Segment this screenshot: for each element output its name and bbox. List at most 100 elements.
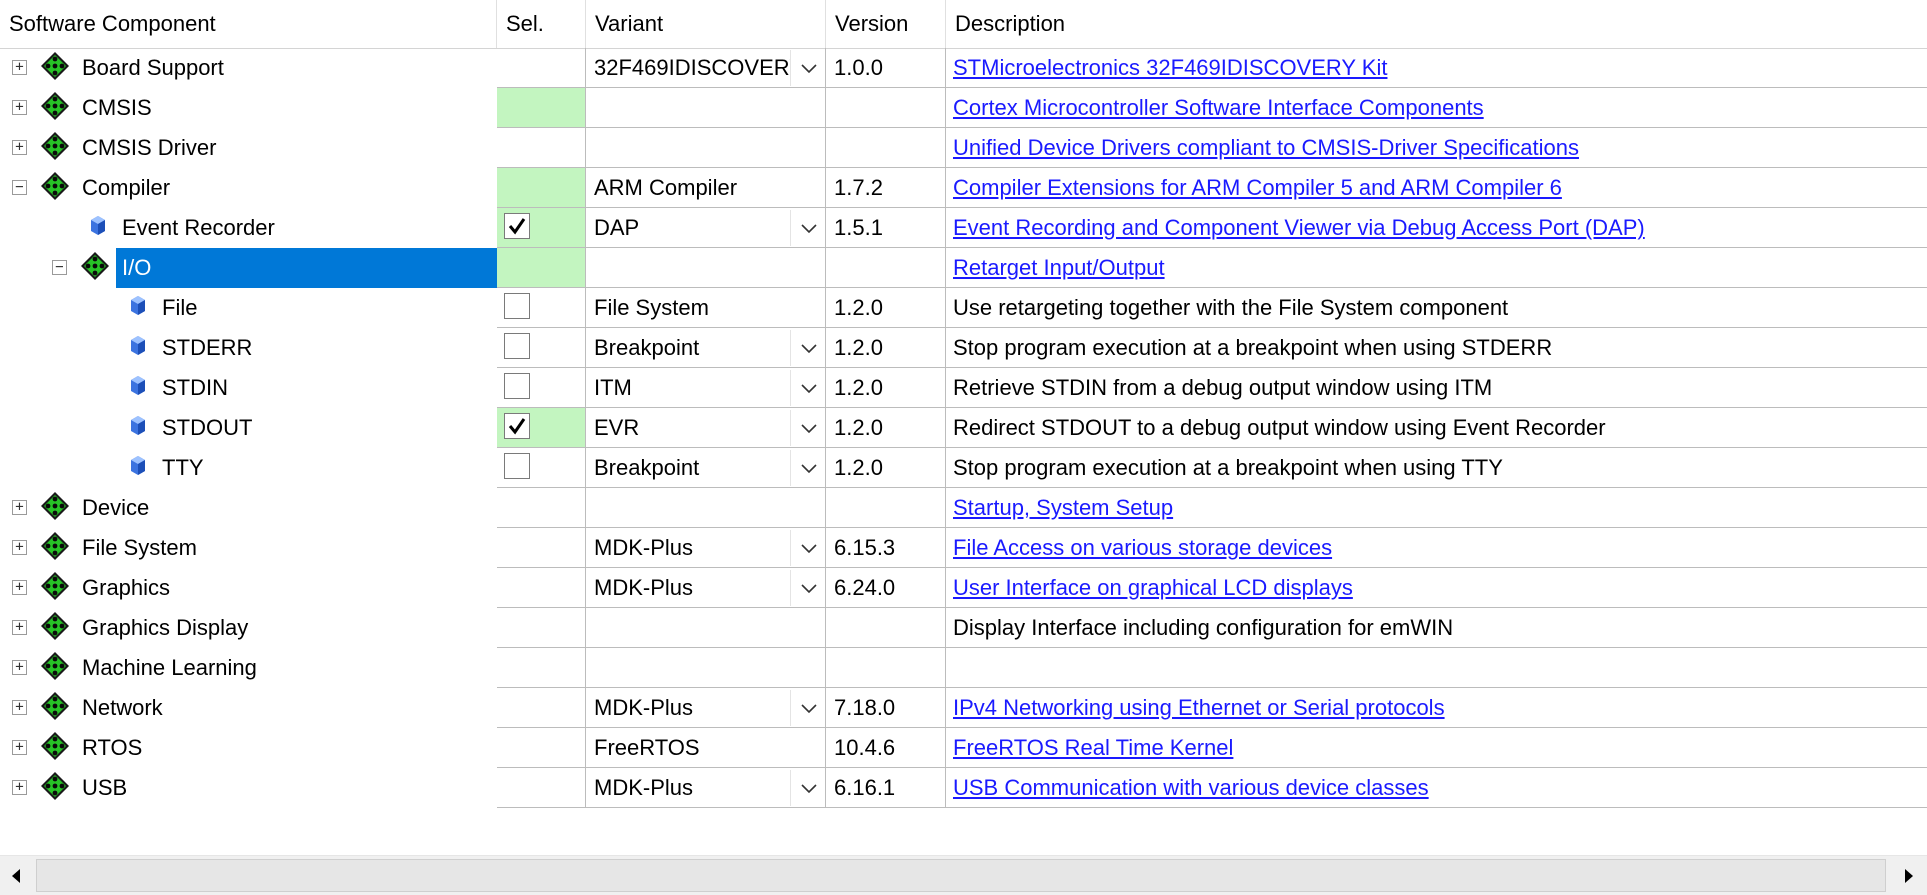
expand-plus-icon[interactable]: + [12,780,27,795]
table-row[interactable]: + Device Startup, System Setup [0,488,1927,528]
description-link[interactable]: Retarget Input/Output [953,255,1165,280]
checked-checkbox[interactable] [504,213,530,239]
description-link[interactable]: User Interface on graphical LCD displays [953,575,1353,600]
table-row[interactable]: + CMSIS Driver Unified Device Drivers comp… [0,128,1927,168]
component-name[interactable]: Machine Learning [76,648,263,688]
variant-cell[interactable]: MDK-Plus [586,768,826,808]
variant-cell[interactable]: Breakpoint [586,448,826,488]
sel-cell[interactable] [497,288,586,328]
chevron-down-icon[interactable] [790,450,825,486]
expand-plus-icon[interactable]: + [12,540,27,555]
variant-cell[interactable]: 32F469IDISCOVERY [586,48,826,88]
component-name[interactable]: File [156,288,203,328]
expand-plus-icon[interactable]: + [12,660,27,675]
variant-cell[interactable]: ITM [586,368,826,408]
tree-cell[interactable]: − Compiler [0,168,497,208]
description-link[interactable]: Compiler Extensions for ARM Compiler 5 a… [953,175,1562,200]
sel-cell[interactable] [497,328,586,368]
table-row[interactable]: TTY Breakpoint 1.2.0 Stop program execution… [0,448,1927,488]
tree-cell[interactable]: + Board Support [0,48,497,88]
chevron-down-icon[interactable] [790,50,825,86]
description-link[interactable]: Cortex Microcontroller Software Interfac… [953,95,1484,120]
expand-plus-icon[interactable]: + [12,100,27,115]
description-link[interactable]: FreeRTOS Real Time Kernel [953,735,1233,760]
table-row[interactable]: + CMSIS Cortex Microcontroller Software In… [0,88,1927,128]
table-row[interactable]: Event Recorder DAP 1.5.1 Event Recording an… [0,208,1927,248]
component-name[interactable]: CMSIS Driver [76,128,222,168]
variant-cell[interactable]: Breakpoint [586,328,826,368]
sel-cell[interactable] [497,168,586,208]
expand-plus-icon[interactable]: + [12,140,27,155]
component-name[interactable]: STDIN [156,368,234,408]
expand-plus-icon[interactable]: + [12,620,27,635]
tree-cell[interactable]: + CMSIS [0,88,497,128]
chevron-down-icon[interactable] [790,370,825,406]
chevron-down-icon[interactable] [790,330,825,366]
tree-cell[interactable]: + USB [0,768,497,808]
description-link[interactable]: File Access on various storage devices [953,535,1332,560]
component-name[interactable]: I/O [116,248,497,288]
description-link[interactable]: STMicroelectronics 32F469IDISCOVERY Kit [953,55,1387,80]
component-name[interactable]: Board Support [76,48,230,88]
scroll-right-arrow-icon[interactable] [1893,856,1927,895]
component-name[interactable]: Network [76,688,169,728]
tree-cell[interactable]: + Machine Learning [0,648,497,688]
tree-cell[interactable]: STDERR [0,328,497,368]
expand-plus-icon[interactable]: + [12,700,27,715]
table-row[interactable]: STDOUT EVR 1.2.0 Redirect STDOUT to a debug… [0,408,1927,448]
description-link[interactable]: Event Recording and Component Viewer via… [953,215,1645,240]
unchecked-checkbox[interactable] [504,293,530,319]
table-row[interactable]: + File System MDK-Plus 6.15.3 File Access on… [0,528,1927,568]
tree-cell[interactable]: + Device [0,488,497,528]
table-row[interactable]: File File System 1.2.0 Use retargeting toge… [0,288,1927,328]
header-variant[interactable]: Variant [586,0,826,48]
expand-plus-icon[interactable]: + [12,580,27,595]
tree-cell[interactable]: + File System [0,528,497,568]
table-row[interactable]: + Graphics Display Display Interface inclu… [0,608,1927,648]
tree-cell[interactable]: STDOUT [0,408,497,448]
tree-cell[interactable]: + CMSIS Driver [0,128,497,168]
sel-cell[interactable] [497,88,586,128]
expand-plus-icon[interactable]: + [12,60,27,75]
table-row[interactable]: STDERR Breakpoint 1.2.0 Stop program execut… [0,328,1927,368]
collapse-minus-icon[interactable]: − [12,180,27,195]
table-row[interactable]: + RTOS FreeRTOS 10.4.6 FreeRTOS Real Time Ke… [0,728,1927,768]
description-link[interactable]: IPv4 Networking using Ethernet or Serial… [953,695,1445,720]
sel-cell[interactable] [497,208,586,248]
chevron-down-icon[interactable] [790,570,825,606]
unchecked-checkbox[interactable] [504,373,530,399]
chevron-down-icon[interactable] [790,530,825,566]
table-row[interactable]: + Network MDK-Plus 7.18.0 IPv4 Networking us… [0,688,1927,728]
tree-cell[interactable]: TTY [0,448,497,488]
component-name[interactable]: Graphics Display [76,608,254,648]
horizontal-scrollbar[interactable] [0,855,1927,895]
unchecked-checkbox[interactable] [504,333,530,359]
collapse-minus-icon[interactable]: − [52,260,67,275]
table-row[interactable]: + Graphics MDK-Plus 6.24.0 User Interface on… [0,568,1927,608]
tree-cell[interactable]: STDIN [0,368,497,408]
header-description[interactable]: Description [946,0,1927,48]
table-row[interactable]: + USB MDK-Plus 6.16.1 USB Communication with… [0,768,1927,808]
component-name[interactable]: File System [76,528,203,568]
header-sel[interactable]: Sel. [497,0,586,48]
sel-cell[interactable] [497,408,586,448]
component-name[interactable]: USB [76,768,133,808]
tree-cell[interactable]: + Graphics [0,568,497,608]
table-row[interactable]: − I/O Retarget Input/Output [0,248,1927,288]
tree-cell[interactable]: + RTOS [0,728,497,768]
variant-cell[interactable]: EVR [586,408,826,448]
chevron-down-icon[interactable] [790,410,825,446]
component-name[interactable]: RTOS [76,728,148,768]
table-row[interactable]: STDIN ITM 1.2.0 Retrieve STDIN from a debug… [0,368,1927,408]
component-name[interactable]: TTY [156,448,210,488]
scroll-left-arrow-icon[interactable] [0,856,34,895]
table-row[interactable]: + Board Support 32F469IDISCOVERY 1.0.0 STMic… [0,48,1927,88]
chevron-down-icon[interactable] [790,210,825,246]
scrollbar-thumb[interactable] [36,859,1886,892]
component-name[interactable]: Graphics [76,568,176,608]
tree-cell[interactable]: File [0,288,497,328]
component-name[interactable]: Event Recorder [116,208,281,248]
sel-cell[interactable] [497,368,586,408]
table-row[interactable]: − Compiler ARM Compiler 1.7.2 Compiler Exten… [0,168,1927,208]
variant-cell[interactable]: MDK-Plus [586,528,826,568]
